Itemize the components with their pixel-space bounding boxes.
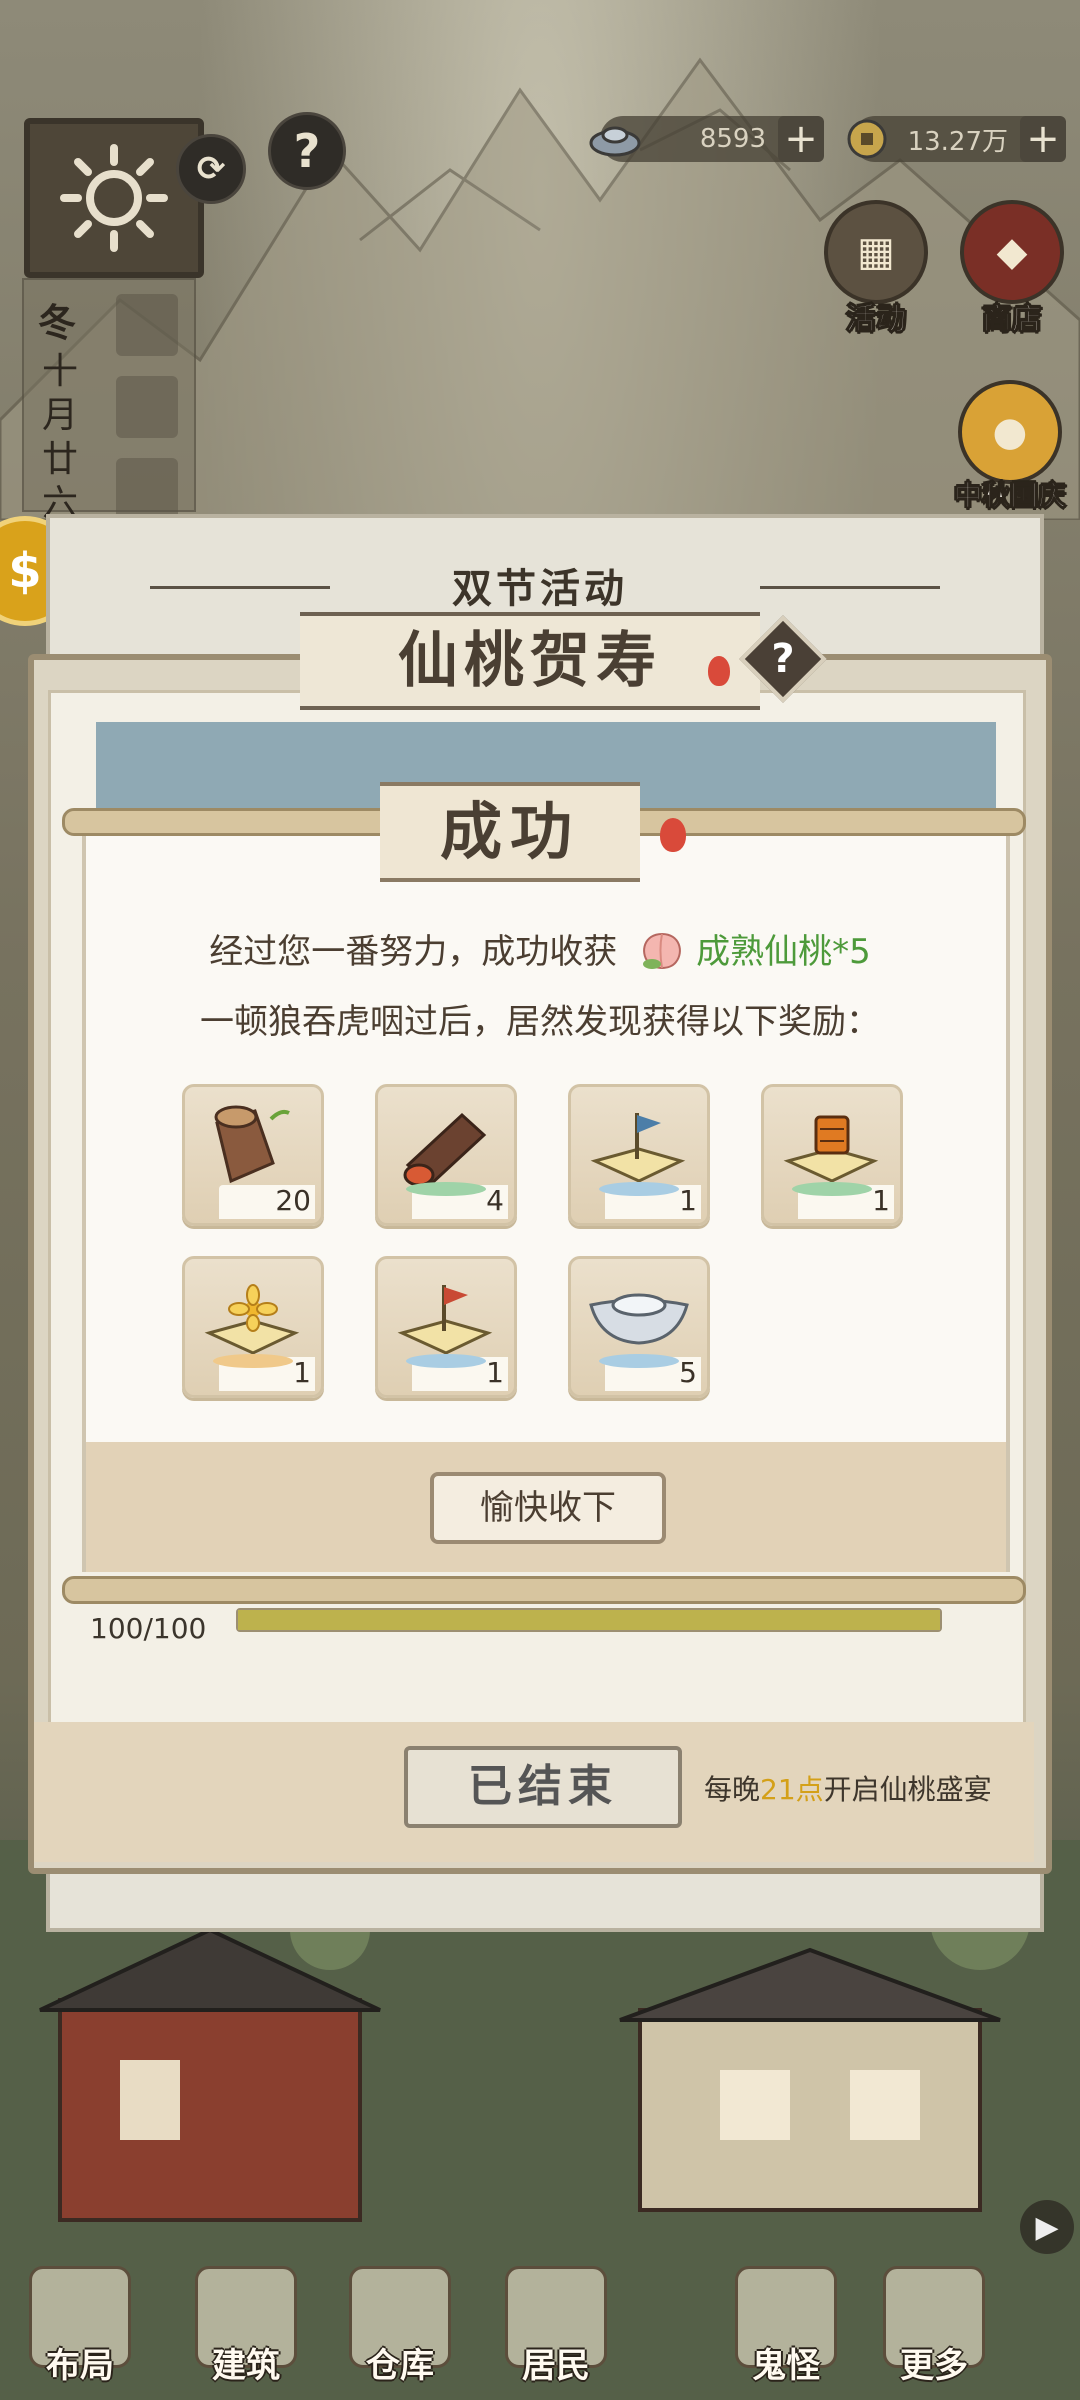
nav-build-label: 建筑: [212, 2346, 280, 2386]
note-time: 21点: [760, 1773, 824, 1806]
coin-count: 13.27万: [907, 126, 1008, 157]
nav-warehouse[interactable]: 仓库: [340, 2266, 460, 2387]
reward-item[interactable]: 5: [568, 1256, 710, 1398]
bottom-navbar: 布局 建筑 仓库 居民 鬼怪 更多: [0, 2238, 1080, 2400]
refresh-icon[interactable]: ⟳: [176, 134, 246, 204]
panel-header: 双节活动: [452, 566, 628, 612]
reward-count: 1: [679, 1184, 697, 1217]
ingot-icon: [588, 112, 642, 166]
red-seal-icon: [660, 818, 686, 852]
festival-button[interactable]: ● 中秋国庆: [940, 380, 1080, 514]
reward-count: 4: [486, 1184, 504, 1217]
help-button[interactable]: ?: [268, 112, 346, 190]
red-seal-icon: [708, 656, 730, 686]
reward-item[interactable]: 1: [568, 1084, 710, 1226]
progress-bar: [236, 1608, 942, 1632]
shop-button[interactable]: ◆ 商店: [952, 200, 1072, 338]
nav-residents[interactable]: 居民: [496, 2266, 616, 2387]
nav-residents-label: 居民: [522, 2346, 590, 2386]
result-prefix: 经过您一番努力，成功收获: [209, 932, 618, 972]
wood-stump-icon: [195, 1093, 311, 1197]
ingot-counter: 8593 +: [589, 116, 824, 162]
nav-ghosts[interactable]: 鬼怪: [726, 2266, 846, 2387]
result-line-1: 经过您一番努力，成功收获 成熟仙桃*5: [0, 924, 1080, 978]
reward-item[interactable]: 20: [182, 1084, 324, 1226]
event-title: 仙桃贺寿: [300, 612, 760, 710]
nav-layout-label: 布局: [46, 2346, 114, 2386]
event-schedule-note: 每晚21点开启仙桃盛宴: [704, 1768, 992, 1808]
shop-label: 商店: [982, 302, 1043, 338]
coin-icon: [840, 112, 894, 166]
nav-more-label: 更多: [900, 2346, 968, 2386]
flower-token-icon: [195, 1265, 311, 1369]
reward-count: 1: [486, 1356, 504, 1389]
festival-label: 中秋国庆: [953, 479, 1066, 513]
lantern-token-icon: [774, 1093, 890, 1197]
season-label: 冬: [38, 301, 77, 345]
progress-text: 100/100: [90, 1612, 207, 1645]
confirm-button[interactable]: 愉快收下: [430, 1472, 666, 1544]
reward-count: 1: [872, 1184, 890, 1217]
silver-ingot-icon: [581, 1265, 697, 1369]
calendar-icon: ▦: [824, 200, 928, 304]
calendar-panel: 冬 十月廿六: [22, 278, 196, 524]
nav-warehouse-label: 仓库: [366, 2346, 434, 2386]
nav-layout[interactable]: 布局: [20, 2266, 140, 2387]
reward-count: 20: [275, 1184, 311, 1217]
activity-button[interactable]: ▦ 活动: [816, 200, 936, 338]
crop-slot-leek-icon[interactable]: [116, 294, 178, 356]
crop-slot-icon[interactable]: [116, 458, 178, 520]
note-prefix: 每晚: [704, 1773, 761, 1806]
reward-item[interactable]: 1: [182, 1256, 324, 1398]
peach-icon: [636, 926, 688, 974]
note-suffix: 开启仙桃盛宴: [823, 1773, 992, 1806]
result-line-2: 一顿狼吞虎咽过后，居然发现获得以下奖励：: [200, 1002, 880, 1042]
nav-ghosts-label: 鬼怪: [752, 2346, 820, 2386]
nav-build[interactable]: 建筑: [186, 2266, 306, 2387]
harvest-item: 成熟仙桃*5: [696, 932, 871, 972]
weather-panel[interactable]: [24, 118, 204, 278]
reward-item[interactable]: 1: [761, 1084, 903, 1226]
shop-icon: ◆: [960, 200, 1064, 304]
blue-flag-token-icon: [581, 1093, 697, 1197]
log-icon: [388, 1093, 504, 1197]
crop-slot-corn-icon[interactable]: [116, 376, 178, 438]
reward-count: 5: [679, 1356, 697, 1389]
scroll-rod-bottom: [62, 1576, 1026, 1604]
progress-fill: [238, 1610, 940, 1630]
sun-icon: [60, 144, 168, 252]
event-help-icon: ?: [771, 636, 795, 682]
mooncake-icon: ●: [958, 380, 1062, 484]
red-flag-token-icon: [388, 1265, 504, 1369]
reward-item[interactable]: 1: [375, 1256, 517, 1398]
add-coin-button[interactable]: +: [1020, 116, 1066, 162]
add-ingot-button[interactable]: +: [778, 116, 824, 162]
success-title: 成功: [380, 782, 640, 882]
reward-count: 1: [293, 1356, 311, 1389]
reward-item[interactable]: 4: [375, 1084, 517, 1226]
ingot-count: 8593: [699, 124, 766, 154]
nav-more[interactable]: 更多: [874, 2266, 994, 2387]
activity-label: 活动: [846, 302, 907, 338]
help-icon: ?: [293, 124, 321, 178]
date-label: 十月廿六: [42, 351, 79, 524]
coin-counter: 13.27万 +: [847, 116, 1066, 162]
ended-button[interactable]: 已结束: [404, 1746, 682, 1828]
nav-next-arrow[interactable]: ▶: [1020, 2200, 1074, 2254]
